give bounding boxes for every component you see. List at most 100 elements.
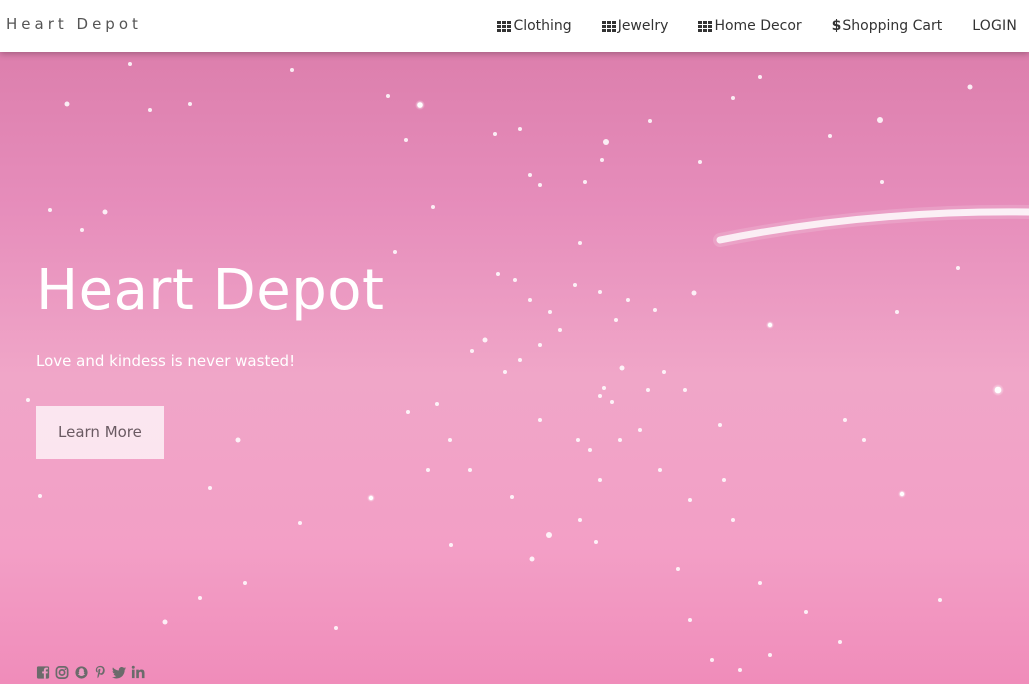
sparkle-dot — [80, 228, 84, 232]
linkedin-link[interactable] — [131, 664, 146, 684]
sparkle-dot — [602, 386, 606, 390]
hero-section: Heart Depot Love and kindess is never wa… — [36, 258, 385, 459]
brand-link[interactable]: Heart Depot — [6, 15, 142, 33]
nav-item-jewelry[interactable]: Jewelry — [601, 18, 668, 34]
sparkle-dot — [148, 108, 152, 112]
nav-item-clothing[interactable]: Clothing — [497, 18, 572, 34]
sparkle-dot — [583, 180, 587, 184]
sparkle-dot — [538, 343, 542, 347]
sparkle-dot — [393, 250, 397, 254]
sparkle-dot — [493, 132, 497, 136]
sparkle-dot — [26, 398, 30, 402]
sparkle-dot — [482, 337, 488, 343]
sparkle-dot-core — [368, 495, 374, 501]
sparkle-dot — [967, 84, 973, 90]
nav-item-home-decor[interactable]: Home Decor — [698, 18, 802, 34]
sparkle-dot — [710, 658, 714, 662]
sparkle-dot — [243, 581, 247, 585]
sparkle-dot — [548, 310, 552, 314]
sparkle-dot — [576, 438, 580, 442]
snapchat-icon — [75, 666, 88, 679]
nav-item-label: Home Decor — [714, 18, 802, 34]
sparkle-dot — [718, 423, 722, 427]
sparkle-dot — [588, 448, 592, 452]
sparkle-dot — [470, 349, 474, 353]
sparkle-dot — [290, 68, 294, 72]
instagram-link[interactable] — [55, 664, 70, 684]
sparkle-dot — [198, 596, 202, 600]
sparkle-dot — [838, 640, 842, 644]
sparkle-dot — [691, 290, 697, 296]
sparkle-dot — [529, 556, 535, 562]
facebook-icon — [36, 666, 50, 679]
hero-subtitle: Love and kindess is never wasted! — [36, 352, 296, 370]
sparkle-dot — [128, 62, 132, 66]
sparkle-dot — [768, 653, 772, 657]
sparkle-dot — [738, 668, 742, 672]
sparkle-dot — [614, 318, 618, 322]
top-navbar: Heart Depot Clothing Jewelry Home Decor … — [0, 0, 1029, 52]
social-links — [36, 664, 146, 684]
sparkle-dot — [598, 290, 602, 294]
sparkle-dot — [503, 370, 507, 374]
sparkle-dot — [618, 438, 622, 442]
sparkle-dot — [862, 438, 866, 442]
sparkle-dot — [731, 96, 735, 100]
sparkle-dot — [188, 102, 192, 106]
sparkle-dot — [518, 358, 522, 362]
sparkle-dot — [558, 328, 562, 332]
sparkle-dot — [658, 468, 662, 472]
pinterest-link[interactable] — [93, 664, 108, 684]
sparkle-dot — [538, 418, 542, 422]
sparkle-dot — [528, 173, 532, 177]
sparkle-dot — [758, 75, 762, 79]
twitter-link[interactable] — [112, 664, 127, 684]
sparkle-dot — [843, 418, 847, 422]
sparkle-dot — [426, 468, 430, 472]
sparkle-dot — [619, 365, 625, 371]
sparkle-dot — [688, 498, 692, 502]
sparkle-dot — [722, 478, 726, 482]
sparkle-dot — [594, 540, 598, 544]
sparkle-dot — [626, 298, 630, 302]
sparkle-dot — [603, 139, 609, 145]
grid-icon — [497, 20, 512, 32]
sparkle-dot — [298, 521, 302, 525]
facebook-link[interactable] — [36, 664, 51, 684]
learn-more-button[interactable]: Learn More — [36, 406, 164, 459]
sparkle-dot — [731, 518, 735, 522]
snapchat-link[interactable] — [74, 664, 89, 684]
pinterest-icon — [95, 665, 105, 679]
nav-item-label: Clothing — [513, 18, 572, 34]
nav-links: Clothing Jewelry Home Decor $ Shopping C… — [497, 0, 1017, 52]
sparkle-dot — [610, 400, 614, 404]
sparkle-dot — [538, 183, 542, 187]
sparkle-dot — [449, 543, 453, 547]
sparkle-dot — [404, 138, 408, 142]
sparkle-dot — [334, 626, 338, 630]
nav-item-label: Shopping Cart — [842, 18, 943, 34]
sparkle-dot — [468, 468, 472, 472]
sparkle-dot — [578, 518, 582, 522]
sparkle-dot — [431, 205, 435, 209]
sparkle-dot — [528, 298, 532, 302]
sparkle-dot — [804, 610, 808, 614]
linkedin-icon — [131, 665, 145, 679]
sparkle-dot — [448, 438, 452, 442]
sparkle-dot — [386, 94, 390, 98]
sparkle-dot — [676, 567, 680, 571]
sparkle-dot — [102, 209, 108, 215]
nav-item-shopping-cart[interactable]: $ Shopping Cart — [832, 18, 943, 34]
sparkle-dot — [698, 160, 702, 164]
sparkle-dot — [578, 241, 582, 245]
sparkle-dot — [938, 598, 942, 602]
sparkle-dot — [758, 581, 762, 585]
sparkle-dot-core — [899, 491, 905, 497]
nav-item-login[interactable]: LOGIN — [972, 18, 1017, 34]
sparkle-dot — [600, 158, 604, 162]
sparkle-dot — [648, 119, 652, 123]
sparkle-dot — [880, 180, 884, 184]
sparkle-dot — [208, 486, 212, 490]
sparkle-dot — [435, 402, 439, 406]
sparkle-dot — [406, 410, 410, 414]
